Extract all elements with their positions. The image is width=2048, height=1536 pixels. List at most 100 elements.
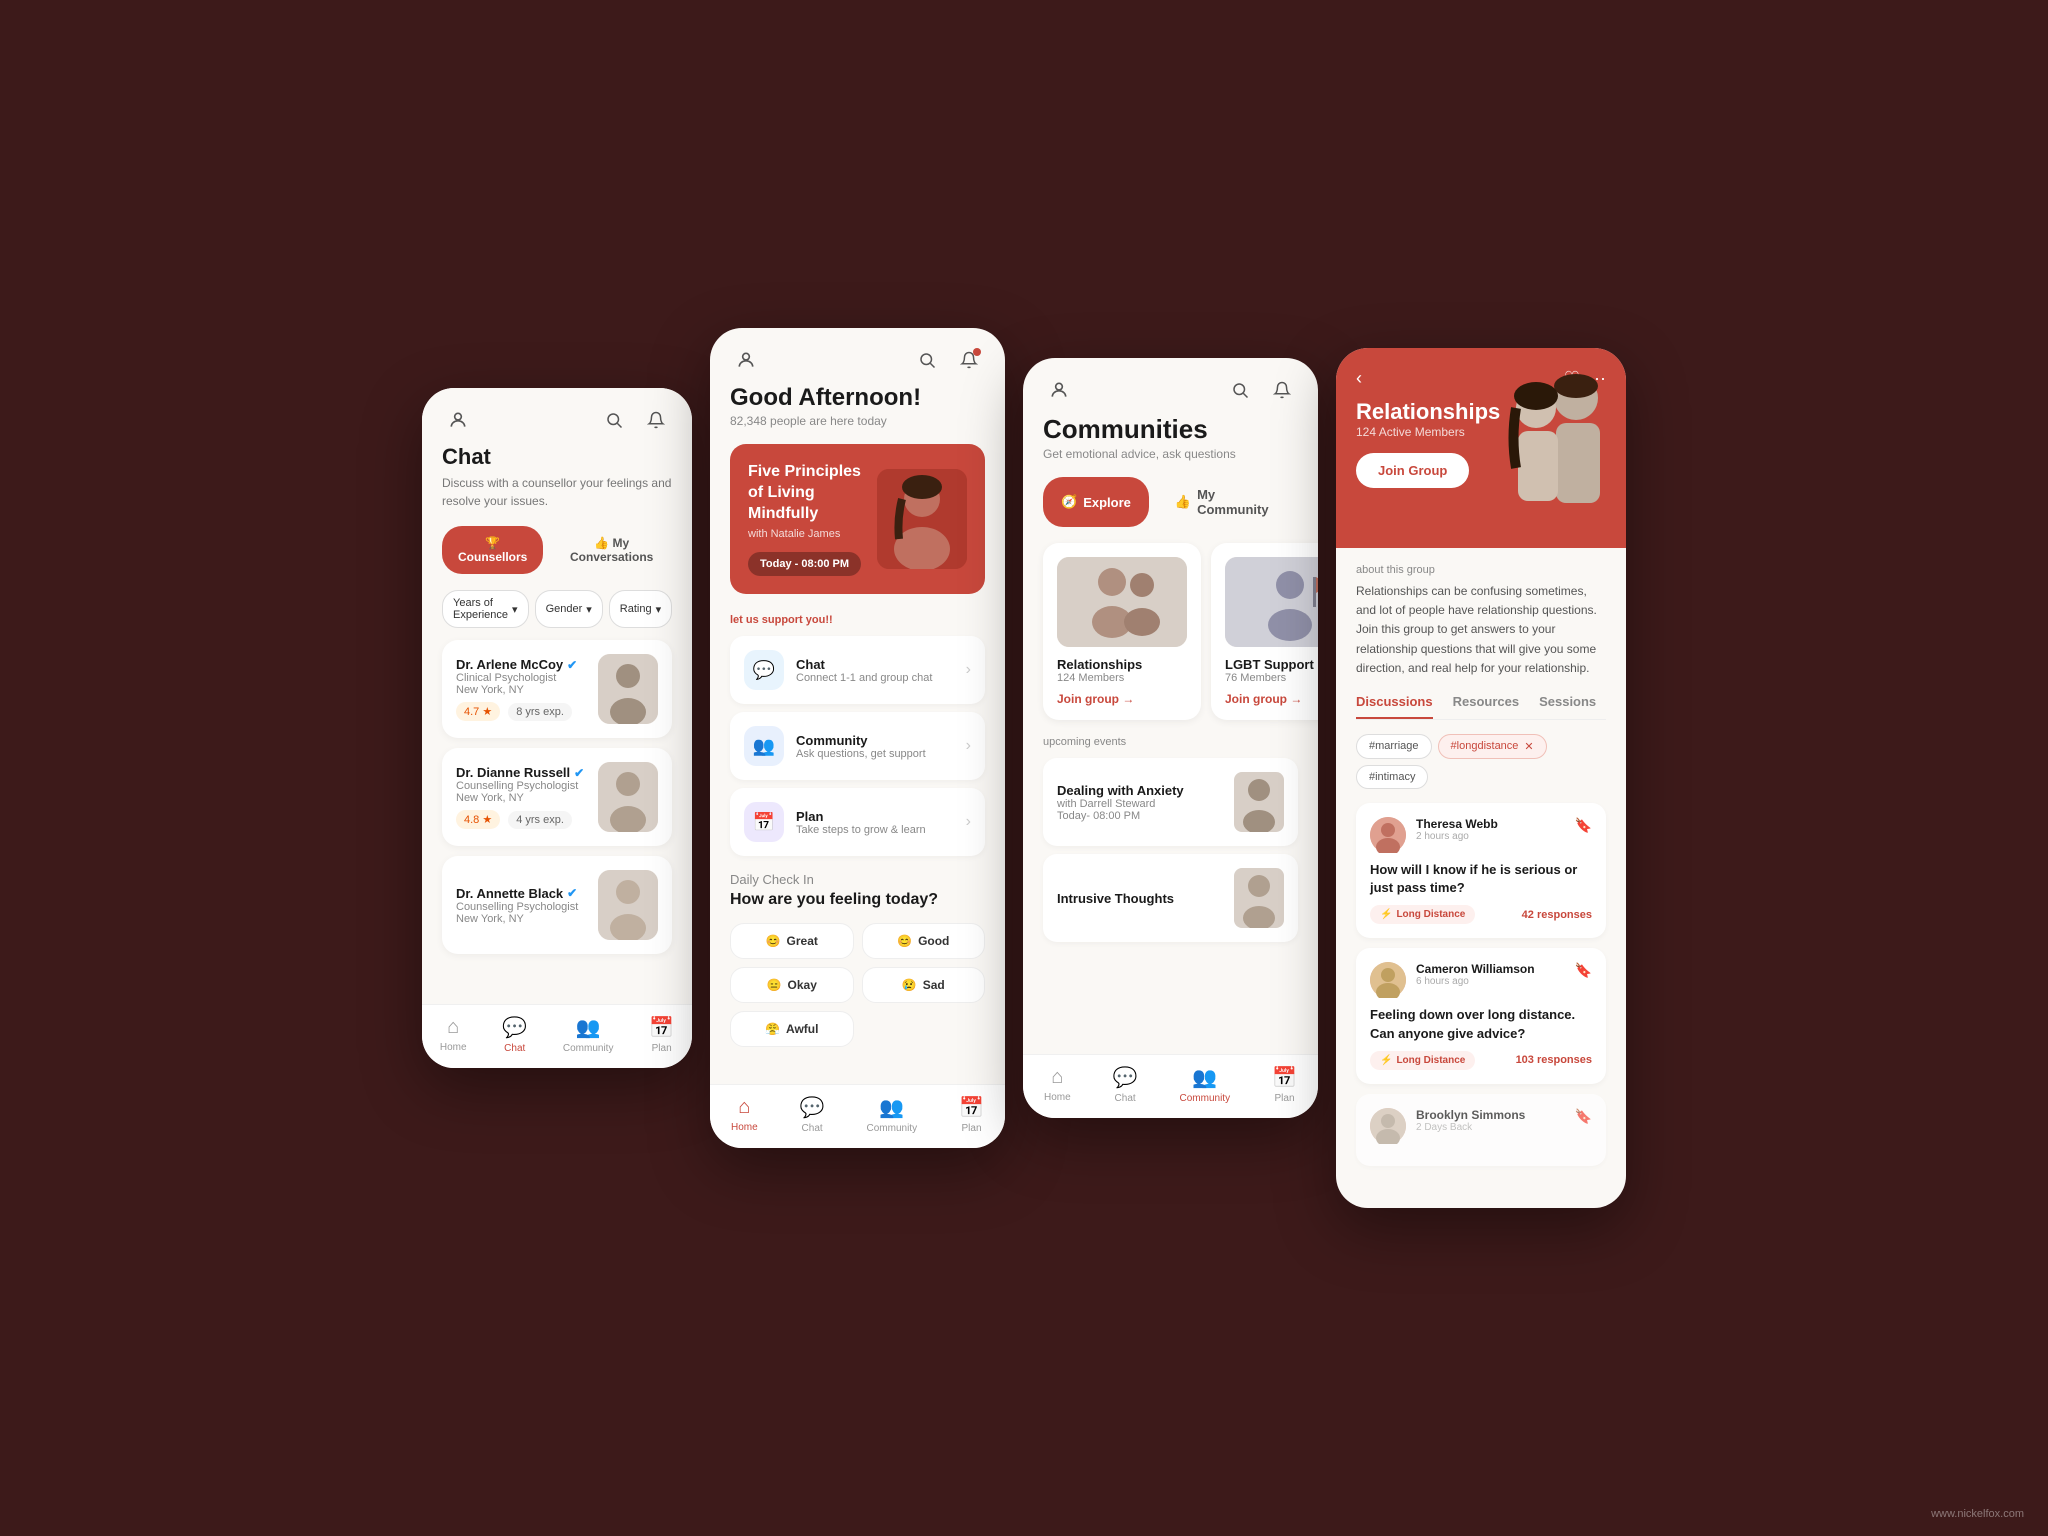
event-card-0[interactable]: Dealing with Anxiety with Darrell Stewar… bbox=[1043, 758, 1298, 846]
tab-explore[interactable]: 🧭 Explore bbox=[1043, 477, 1149, 527]
tab-discussions[interactable]: Discussions bbox=[1356, 694, 1433, 719]
support-item-community[interactable]: 👥 Community Ask questions, get support › bbox=[730, 712, 985, 780]
tag-remove-icon[interactable]: ✕ bbox=[1524, 740, 1533, 753]
explore-tabs: 🧭 Explore 👍 My Community bbox=[1043, 477, 1298, 527]
nav3-community[interactable]: 👥 Community bbox=[1180, 1065, 1231, 1104]
mood-grid: 😊 Great 😊 Good 😑 Okay 😢 Sad 😤 Awful bbox=[730, 923, 985, 1047]
plan-support-icon: 📅 bbox=[744, 802, 784, 842]
tag-intimacy[interactable]: #intimacy bbox=[1356, 765, 1428, 789]
discussion-question-0: How will I know if he is serious or just… bbox=[1370, 861, 1592, 897]
profile-icon-2[interactable] bbox=[730, 344, 762, 376]
tab-my-community[interactable]: 👍 My Community bbox=[1157, 477, 1298, 527]
discussion-time-1: 6 hours ago bbox=[1416, 976, 1565, 987]
rating-filter[interactable]: Rating ▾ bbox=[609, 590, 672, 628]
hero-author: with Natalie James bbox=[748, 528, 867, 540]
nav3-chat[interactable]: 💬 Chat bbox=[1113, 1065, 1138, 1104]
tag-longdistance[interactable]: #longdistance ✕ bbox=[1438, 734, 1547, 759]
mood-awful[interactable]: 😤 Awful bbox=[730, 1011, 854, 1047]
doctor-rating-1: 4.8 ★ bbox=[456, 810, 500, 829]
screen4-content: about this group Relationships can be co… bbox=[1336, 548, 1626, 1208]
home-icon-3: ⌂ bbox=[1051, 1066, 1063, 1089]
join-group-button[interactable]: Join Group bbox=[1356, 453, 1469, 488]
nav2-plan[interactable]: 📅 Plan bbox=[959, 1095, 984, 1134]
doctor-avatar-0 bbox=[598, 654, 658, 724]
screen3-header bbox=[1023, 358, 1318, 414]
tab-conversations[interactable]: 👍 My Conversations bbox=[551, 526, 672, 574]
discussion-item-1[interactable]: Cameron Williamson 6 hours ago 🔖 Feeling… bbox=[1356, 948, 1606, 1083]
tag-marriage[interactable]: #marriage bbox=[1356, 734, 1432, 759]
tab-counsellors[interactable]: 🏆 Counsellors bbox=[442, 526, 543, 574]
event-title-1: Intrusive Thoughts bbox=[1057, 891, 1222, 906]
doctor-card-0[interactable]: Dr. Arlene McCoy ✔ Clinical Psychologist… bbox=[442, 640, 672, 738]
support-item-chat[interactable]: 💬 Chat Connect 1-1 and group chat › bbox=[730, 636, 985, 704]
community-cards: Relationships 124 Members Join group → bbox=[1043, 543, 1298, 720]
home-icon-2: ⌂ bbox=[738, 1096, 750, 1119]
bookmark-icon-2[interactable]: 🔖 bbox=[1575, 1108, 1592, 1125]
community-img-0 bbox=[1057, 557, 1187, 647]
doctor-card-2[interactable]: Dr. Annette Black ✔ Counselling Psycholo… bbox=[442, 856, 672, 954]
verified-icon: ✔ bbox=[567, 658, 577, 672]
community-support-icon: 👥 bbox=[744, 726, 784, 766]
screen1-title: Chat bbox=[442, 444, 672, 470]
tab-resources[interactable]: Resources bbox=[1453, 694, 1519, 719]
join-link-1[interactable]: Join group → bbox=[1225, 692, 1318, 706]
hero-time: Today - 08:00 PM bbox=[748, 552, 861, 576]
support-desc-2: Take steps to grow & learn bbox=[796, 824, 954, 836]
doctor-name-0: Dr. Arlene McCoy ✔ bbox=[456, 657, 586, 672]
nav3-home[interactable]: ⌂ Home bbox=[1044, 1066, 1071, 1103]
greeting-subtitle: 82,348 people are here today bbox=[730, 414, 985, 428]
nav2-home[interactable]: ⌂ Home bbox=[731, 1096, 758, 1133]
mood-great[interactable]: 😊 Great bbox=[730, 923, 854, 959]
nav2-chat[interactable]: 💬 Chat bbox=[800, 1095, 825, 1134]
discussion-item-2[interactable]: Brooklyn Simmons 2 Days Back 🔖 bbox=[1356, 1094, 1606, 1166]
tag-row: #marriage #longdistance ✕ #intimacy bbox=[1356, 734, 1606, 789]
chat-support-icon: 💬 bbox=[744, 650, 784, 690]
mood-good[interactable]: 😊 Good bbox=[862, 923, 986, 959]
event-avatar-0 bbox=[1234, 772, 1284, 832]
bookmark-icon-0[interactable]: 🔖 bbox=[1575, 817, 1592, 834]
mood-okay[interactable]: 😑 Okay bbox=[730, 967, 854, 1003]
profile-icon-3[interactable] bbox=[1043, 374, 1075, 406]
nav3-plan[interactable]: 📅 Plan bbox=[1272, 1065, 1297, 1104]
nav-chat[interactable]: 💬 Chat bbox=[502, 1015, 527, 1054]
screen1-tabs: 🏆 Counsellors 👍 My Conversations bbox=[442, 526, 672, 574]
event-time-0: Today- 08:00 PM bbox=[1057, 810, 1222, 822]
screen2-bottom-nav: ⌂ Home 💬 Chat 👥 Community 📅 Plan bbox=[710, 1084, 1005, 1148]
community-card-1[interactable]: LGBT Support 76 Members Join group → bbox=[1211, 543, 1318, 720]
community-card-0[interactable]: Relationships 124 Members Join group → bbox=[1043, 543, 1201, 720]
join-link-0[interactable]: Join group → bbox=[1057, 692, 1187, 706]
nav-plan[interactable]: 📅 Plan bbox=[649, 1015, 674, 1054]
hero-banner[interactable]: Five Principles of Living Mindfully with… bbox=[730, 444, 985, 594]
event-card-1[interactable]: Intrusive Thoughts bbox=[1043, 854, 1298, 942]
back-icon[interactable]: ‹ bbox=[1356, 368, 1362, 389]
search-icon-3[interactable] bbox=[1224, 374, 1256, 406]
support-item-plan[interactable]: 📅 Plan Take steps to grow & learn › bbox=[730, 788, 985, 856]
nav2-community[interactable]: 👥 Community bbox=[867, 1095, 918, 1134]
community-members-0: 124 Members bbox=[1057, 672, 1187, 684]
profile-icon[interactable] bbox=[442, 404, 474, 436]
nav-community[interactable]: 👥 Community bbox=[563, 1015, 614, 1054]
notification-icon[interactable] bbox=[640, 404, 672, 436]
screen1-content: Chat Discuss with a counsellor your feel… bbox=[422, 444, 692, 954]
experience-filter[interactable]: Years of Experience ▾ bbox=[442, 590, 529, 628]
notification-dot bbox=[973, 348, 981, 356]
search-icon[interactable] bbox=[598, 404, 630, 436]
search-icon-2[interactable] bbox=[911, 344, 943, 376]
nav-home[interactable]: ⌂ Home bbox=[440, 1016, 467, 1053]
screen-communities: Communities Get emotional advice, ask qu… bbox=[1023, 358, 1318, 1118]
upcoming-label: upcoming events bbox=[1043, 736, 1298, 748]
discussion-item-0[interactable]: Theresa Webb 2 hours ago 🔖 How will I kn… bbox=[1356, 803, 1606, 938]
doctor-rating-0: 4.7 ★ bbox=[456, 702, 500, 721]
bookmark-icon-1[interactable]: 🔖 bbox=[1575, 962, 1592, 979]
checkin-question: How are you feeling today? bbox=[730, 891, 985, 909]
plan-icon-2: 📅 bbox=[959, 1095, 984, 1120]
doctor-avatar-1 bbox=[598, 762, 658, 832]
gender-filter[interactable]: Gender ▾ bbox=[535, 590, 603, 628]
mood-sad[interactable]: 😢 Sad bbox=[862, 967, 986, 1003]
doctor-card-1[interactable]: Dr. Dianne Russell ✔ Counselling Psychol… bbox=[442, 748, 672, 846]
tab-sessions[interactable]: Sessions bbox=[1539, 694, 1596, 719]
doctor-exp-1: 4 yrs exp. bbox=[508, 811, 572, 829]
notification-icon-3[interactable] bbox=[1266, 374, 1298, 406]
doctor-exp-0: 8 yrs exp. bbox=[508, 703, 572, 721]
notification-icon-2[interactable] bbox=[953, 344, 985, 376]
